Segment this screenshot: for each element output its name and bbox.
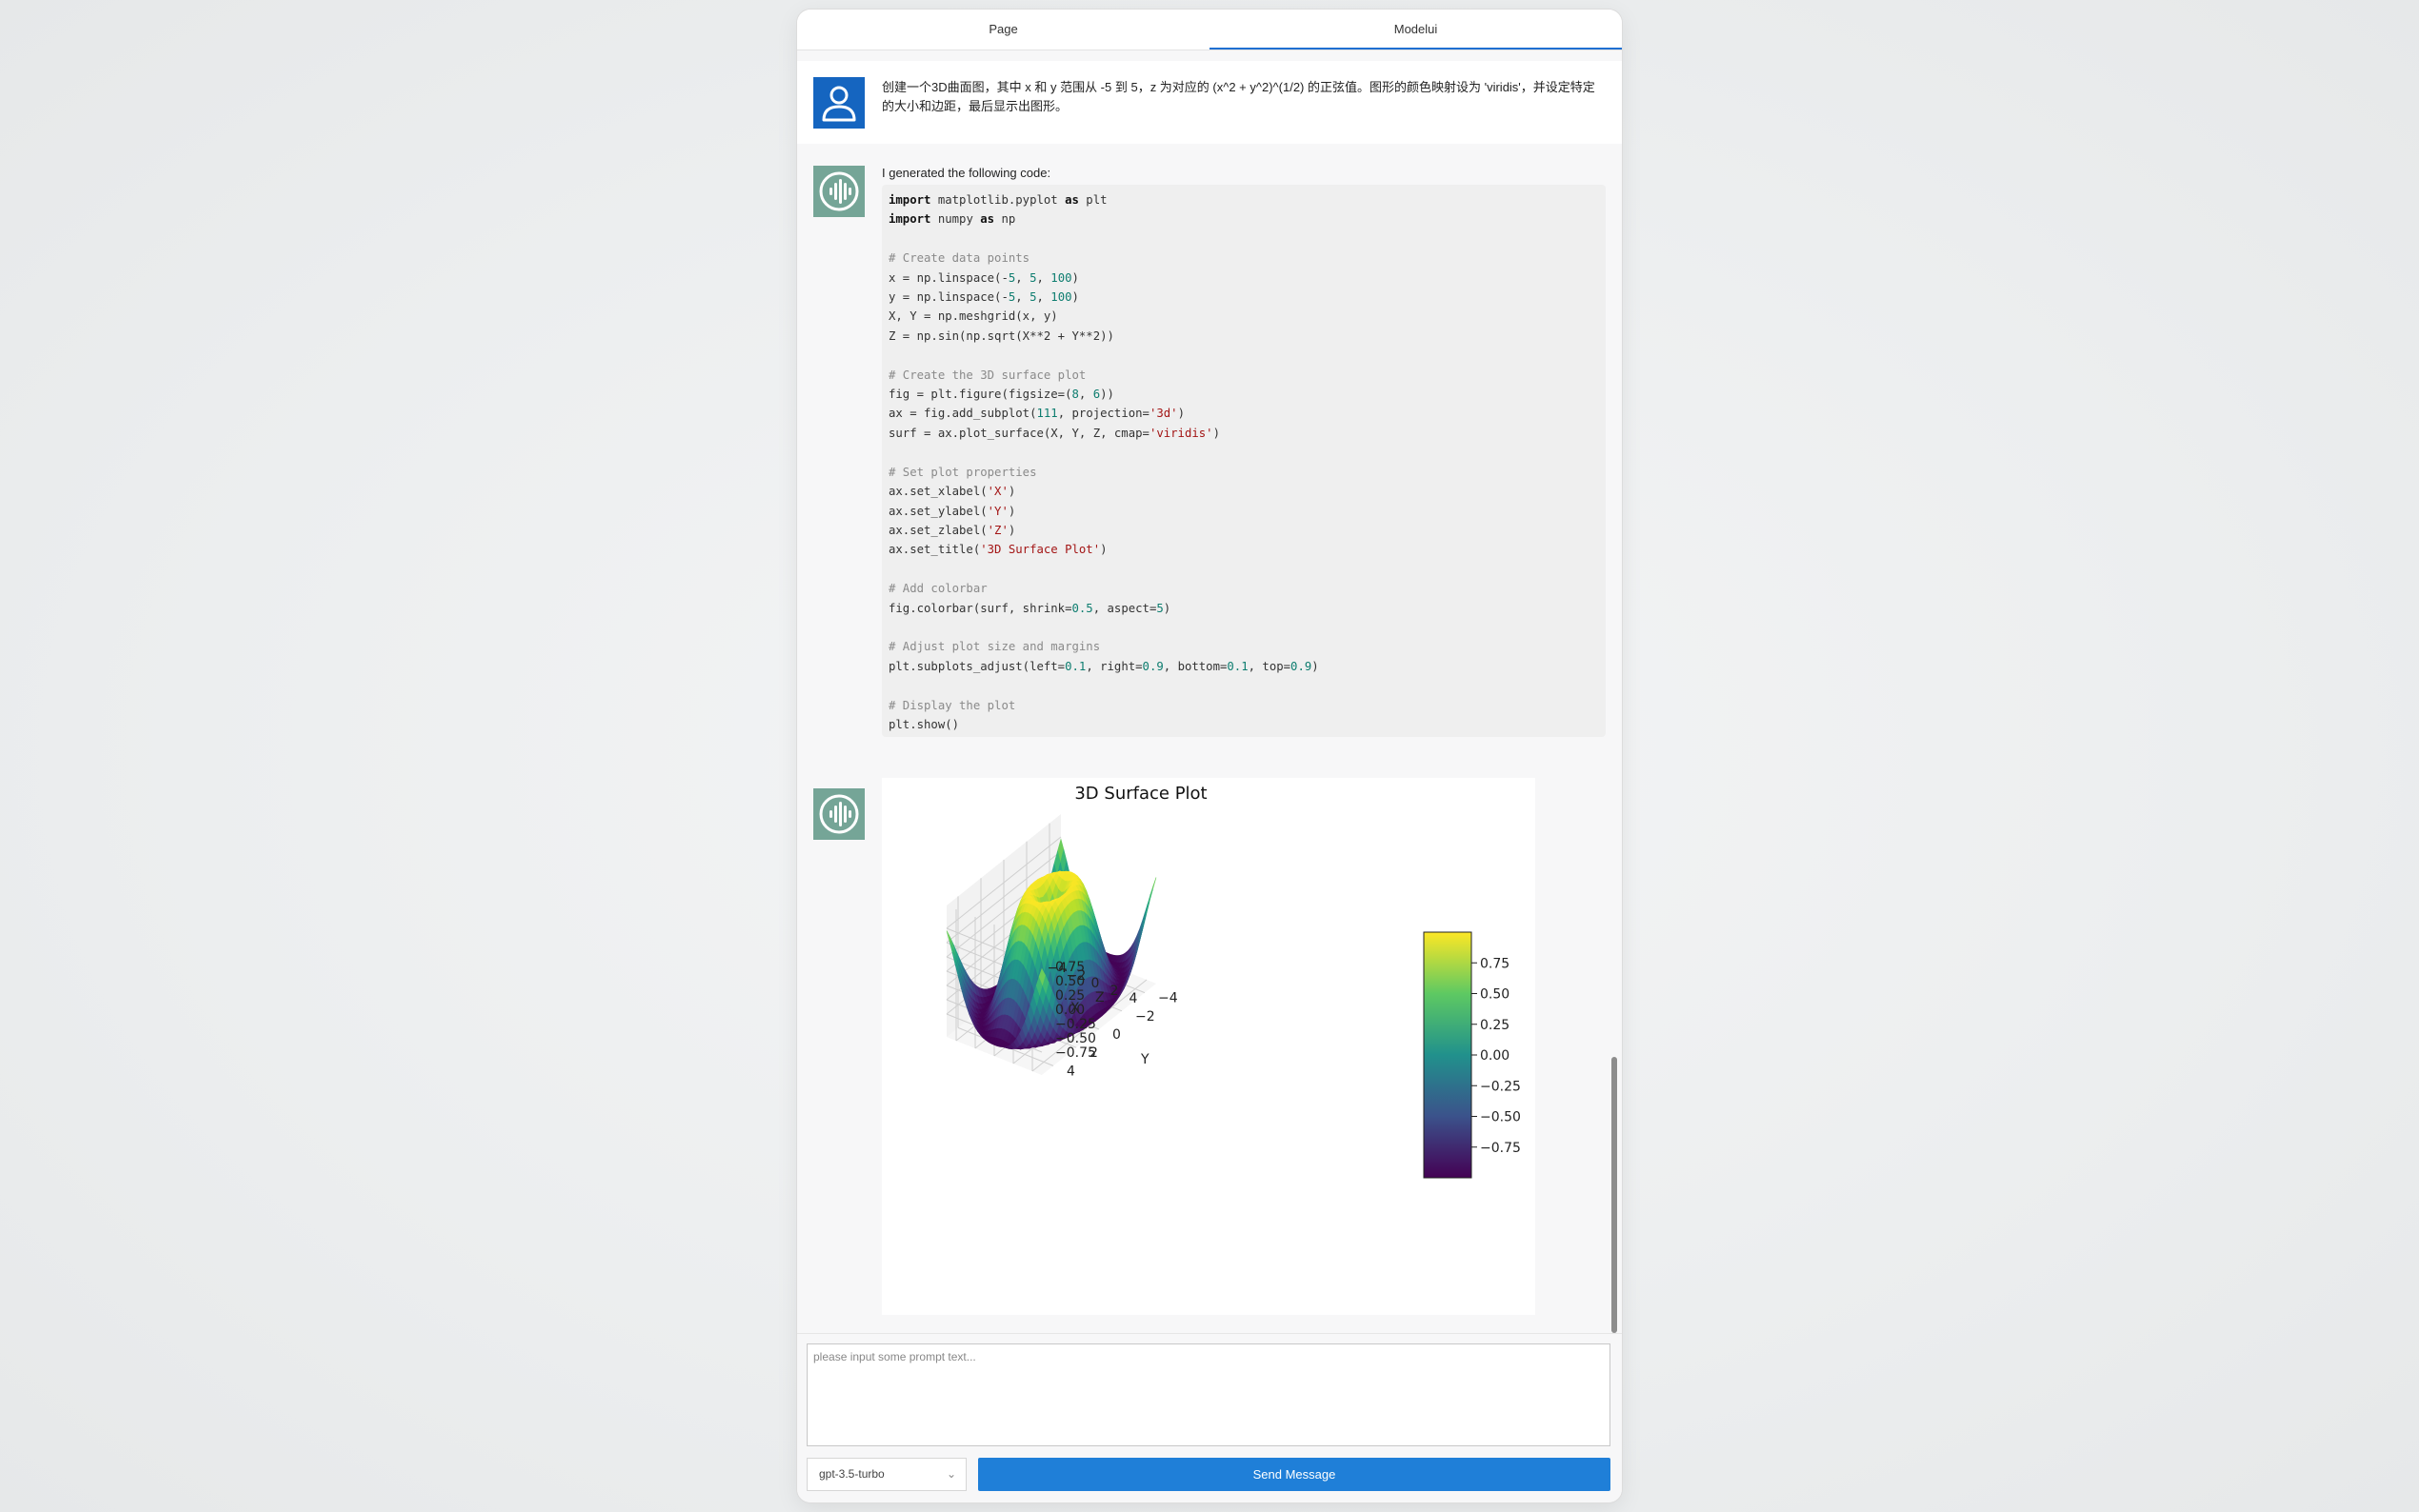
colorbar-tick-label: 0.50 — [1480, 987, 1509, 1003]
colorbar — [1423, 931, 1472, 1179]
plot-image: −4 −2 0 2 4 −4 −2 0 2 4 0.75 0.50 0.25 0.00 −0.25 −0.50… — [882, 778, 1535, 1315]
colorbar-tick-label: 0.75 — [1480, 956, 1509, 971]
scrollbar[interactable] — [1611, 1057, 1617, 1333]
chart-title: 3D Surface Plot — [1074, 784, 1207, 804]
code-block: import matplotlib.pyplot as plt import n… — [882, 185, 1606, 737]
user-message-text: 创建一个3D曲面图，其中 x 和 y 范围从 -5 到 5，z 为对应的 (x^… — [882, 80, 1595, 113]
x-tick-label: 0 — [1091, 976, 1100, 991]
y-tick-label: 4 — [1067, 1064, 1075, 1079]
chat-window: Page Modelui 创建一个3D曲面图，其中 x 和 y 范围从 -5 到… — [797, 10, 1622, 1502]
bot-intro-text: I generated the following code: — [882, 166, 1051, 180]
tab-page[interactable]: Page — [797, 10, 1210, 50]
chevron-down-icon: ⌄ — [946, 1467, 956, 1481]
colorbar-tick-label: −0.75 — [1480, 1141, 1521, 1156]
colorbar-tick-label: 0.25 — [1480, 1018, 1509, 1033]
tab-modelui[interactable]: Modelui — [1210, 10, 1622, 50]
model-select-value: gpt-3.5-turbo — [819, 1467, 885, 1481]
model-select[interactable]: gpt-3.5-turbo ⌄ — [807, 1458, 967, 1491]
z-tick-label: 0.75 — [1055, 960, 1085, 975]
user-message: 创建一个3D曲面图，其中 x 和 y 范围从 -5 到 5，z 为对应的 (x^… — [797, 61, 1622, 144]
code-text: import matplotlib.pyplot as plt import n… — [889, 193, 1319, 731]
surface-plot-svg: −4 −2 0 2 4 −4−20240.750.500.250.00−0.25−0.50… — [946, 784, 1521, 1179]
y-tick-label: 0 — [1112, 1027, 1121, 1043]
colorbar-tick-label: 0.00 — [1480, 1048, 1509, 1064]
tab-bar: Page Modelui — [797, 10, 1622, 50]
z-tick-label: −0.75 — [1055, 1045, 1096, 1061]
y-tick-label: −4 — [1158, 991, 1178, 1006]
z-tick-label: 0.50 — [1055, 974, 1085, 989]
x-axis-label: X — [1070, 1001, 1080, 1016]
y-axis-label: Y — [1140, 1052, 1150, 1067]
z-tick-label: −0.25 — [1055, 1017, 1096, 1032]
prompt-input[interactable] — [807, 1343, 1610, 1446]
send-message-button[interactable]: Send Message — [978, 1458, 1610, 1491]
y-tick-label: −2 — [1135, 1009, 1155, 1025]
assistant-avatar-icon — [813, 788, 865, 840]
assistant-avatar-icon — [813, 166, 865, 217]
z-axis-label: Z — [1095, 990, 1105, 1005]
bot-code-message: I generated the following code: import m… — [797, 153, 1622, 744]
z-tick-label: −0.50 — [1055, 1031, 1096, 1046]
composer: gpt-3.5-turbo ⌄ Send Message — [797, 1333, 1622, 1502]
colorbar-tick-label: −0.50 — [1480, 1110, 1521, 1125]
x-tick-label: 2 — [1110, 984, 1119, 999]
colorbar-tick-label: −0.25 — [1480, 1079, 1521, 1094]
x-tick-label: 4 — [1130, 991, 1138, 1006]
bot-plot-message: −4 −2 0 2 4 −4 −2 0 2 4 0.75 0.50 0.25 0.00 −0.25 −0.50… — [797, 778, 1622, 1330]
user-avatar-icon — [813, 77, 865, 129]
